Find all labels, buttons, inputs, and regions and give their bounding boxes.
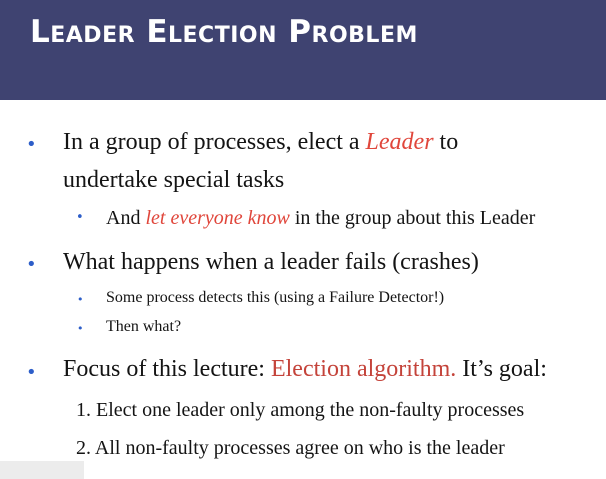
sub-bullet-icon: • — [77, 293, 84, 306]
slide: Leader Election Problem • In a group of … — [0, 0, 606, 479]
bullet-3-pre: Focus of this lecture: — [63, 356, 271, 382]
sub-bullet-3: Then what? — [106, 318, 182, 335]
bullet-icon: • — [26, 362, 37, 383]
sub-bullet-1-pre: And — [106, 207, 146, 229]
bullet-3-post: It’s goal: — [456, 356, 547, 382]
bullet-1-line-1: In a group of processes, elect a Leader … — [63, 129, 458, 156]
sub-bullet-icon: • — [76, 210, 84, 225]
bullet-icon: • — [26, 254, 37, 275]
bullet-1-emphasis: Leader — [365, 129, 434, 155]
sub-bullet-1-post: in the group about this Leader — [289, 207, 536, 229]
slide-body: • In a group of processes, elect a Leade… — [0, 0, 606, 479]
sub-bullet-icon: • — [77, 322, 84, 335]
bullet-1-text-pre: In a group of processes, elect a — [63, 129, 366, 155]
numbered-item-2: 2. All non-faulty processes agree on who… — [76, 437, 505, 459]
footer-strip — [0, 461, 84, 479]
sub-bullet-1: And let everyone know in the group about… — [106, 207, 535, 230]
bullet-1-line-2: undertake special tasks — [63, 167, 285, 193]
bullet-icon: • — [26, 134, 37, 155]
bullet-3: Focus of this lecture: Election algorith… — [63, 356, 547, 383]
bullet-3-emphasis: Election algorithm. — [270, 356, 457, 382]
bullet-2: What happens when a leader fails (crashe… — [63, 249, 479, 275]
numbered-item-1: 1. Elect one leader only among the non-f… — [76, 399, 525, 421]
sub-bullet-1-emphasis: let everyone know — [145, 207, 290, 229]
bullet-1-text-post: to — [433, 129, 459, 155]
sub-bullet-2: Some process detects this (using a Failu… — [106, 289, 445, 306]
